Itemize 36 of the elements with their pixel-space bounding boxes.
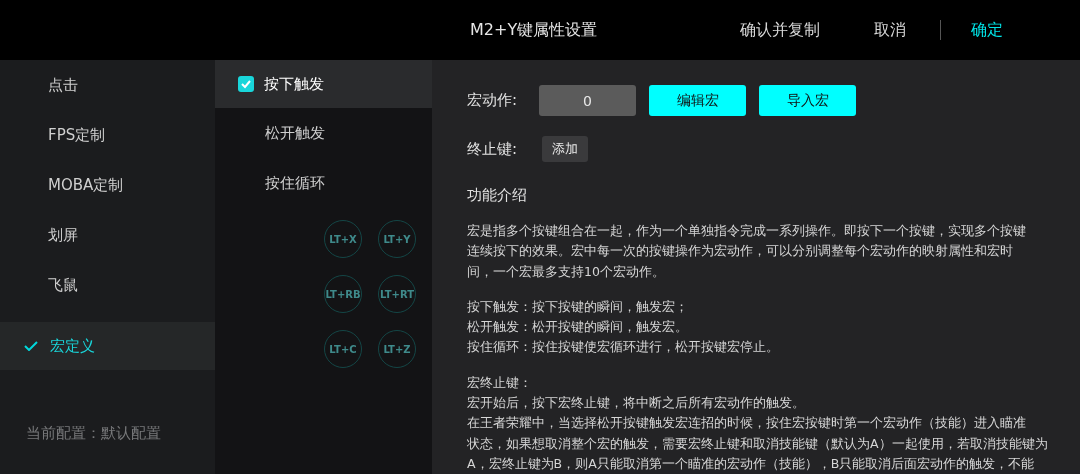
intro-text-line: 在王者荣耀中，当选择松开按键触发宏连招的时候，按住宏按键时第一个宏动作（技能）进入瞄准 bbox=[467, 414, 1026, 433]
macro-button[interactable]: 编辑宏 bbox=[649, 85, 746, 116]
intro-text-line: 间，一个宏最多支持10个宏动作。 bbox=[467, 262, 665, 281]
trigger-option[interactable]: 松开触发 bbox=[215, 108, 432, 158]
window-title: M2+Y键属性设置 bbox=[470, 19, 599, 41]
sidebar-item[interactable]: 划屏 bbox=[0, 210, 215, 260]
action-button[interactable]: 确认并复制 bbox=[740, 19, 820, 41]
sidebar-item[interactable]: 宏定义 bbox=[0, 322, 215, 370]
action-button[interactable]: 取消 bbox=[874, 19, 906, 41]
macro-button[interactable]: 导入宏 bbox=[759, 85, 856, 116]
intro-text-line: 宏终止键： bbox=[467, 373, 532, 392]
trigger-option[interactable]: 按下触发 bbox=[215, 60, 432, 108]
check-icon bbox=[24, 341, 38, 351]
confirm-button[interactable]: 确定 bbox=[971, 19, 1003, 41]
intro-text-line: 按住循环：按住按键使宏循环进行，松开按键宏停止。 bbox=[467, 338, 779, 357]
intro-text-line: 宏开始后，按下宏终止键，将中断之后所有宏动作的触发。 bbox=[467, 394, 805, 413]
trigger-label: 按下触发 bbox=[264, 74, 324, 94]
field-label: 宏动作: bbox=[467, 91, 519, 110]
trigger-option[interactable]: 按住循环 bbox=[215, 158, 432, 208]
current-config: 当前配置：默认配置 bbox=[25, 424, 162, 443]
sidebar-item[interactable]: 点击 bbox=[0, 60, 215, 110]
field-label: 终止键: bbox=[467, 139, 519, 159]
intro-text-line: A，宏终止键为B，则A只能取消第一个瞄准的宏动作（技能），B只能取消后面宏动作的触发，不能 bbox=[467, 454, 1035, 473]
intro-text-line: 连续按下的效果。宏中每一次的按键操作为宏动作，可以分别调整每个宏动作的映射属性和宏时 bbox=[467, 242, 1013, 261]
intro-text-line: 按下触发：按下按键的瞬间，触发宏； bbox=[467, 297, 688, 316]
sidebar-item[interactable]: MOBA定制 bbox=[0, 160, 215, 210]
add-button[interactable]: 添加 bbox=[542, 136, 588, 162]
sidebar-item[interactable]: FPS定制 bbox=[0, 110, 215, 160]
checkbox-icon bbox=[238, 76, 254, 92]
sidebar-item[interactable]: 飞鼠 bbox=[0, 260, 215, 310]
section-title: 功能介绍 bbox=[467, 186, 528, 205]
sidebar-label: 宏定义 bbox=[50, 336, 95, 356]
intro-text-line: 松开触发：松开按键的瞬间，触发宏。 bbox=[467, 318, 688, 337]
macro-count-field[interactable]: 0 bbox=[539, 85, 636, 116]
intro-text-line: 宏是指多个按键组合在一起，作为一个单独指令完成一系列操作。即按下一个按键，实现多个按键 bbox=[467, 222, 1026, 240]
intro-text-line: 状态，如果想取消整个宏的触发，需要宏终止键和取消技能键（默认为A）一起使用，若取消技能键为 bbox=[467, 434, 1048, 453]
